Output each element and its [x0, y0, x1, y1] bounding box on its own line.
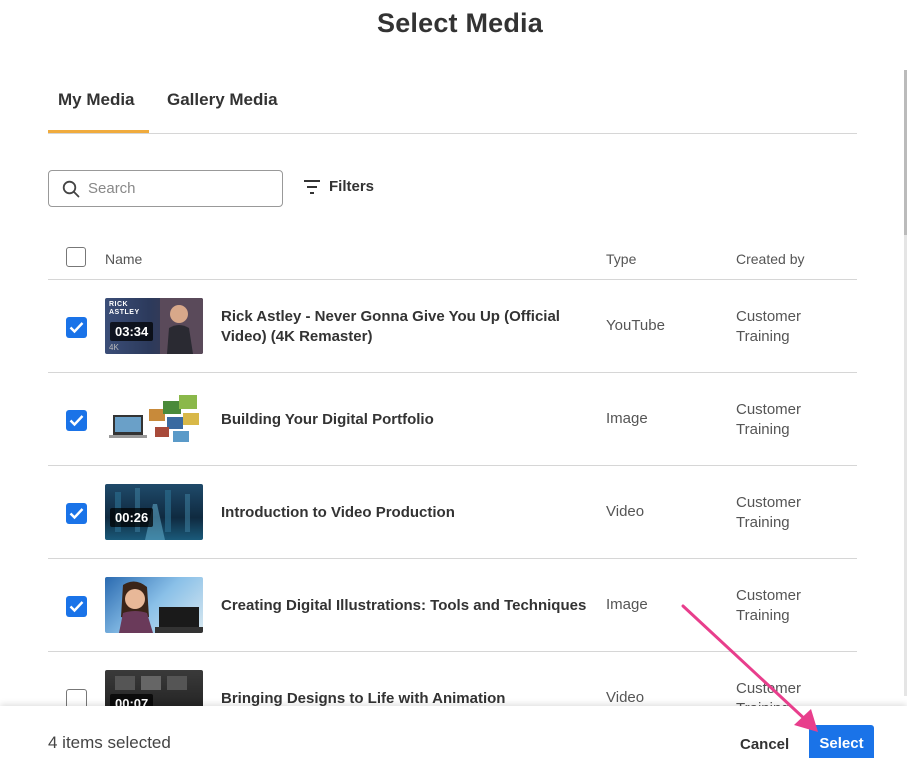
checkmark-icon	[69, 601, 84, 613]
media-type: Image	[606, 410, 648, 427]
column-header-name[interactable]: Name	[105, 251, 142, 267]
dialog-footer: 4 items selected Cancel Select	[0, 706, 907, 758]
filter-icon	[304, 179, 320, 194]
row-checkbox[interactable]	[66, 317, 87, 338]
media-thumbnail	[105, 577, 203, 633]
select-button[interactable]: Select	[809, 725, 874, 758]
table-header: Name Type Created by	[48, 240, 857, 280]
table-row[interactable]: Building Your Digital Portfolio Image Cu…	[48, 373, 857, 466]
table-row[interactable]: Creating Digital Illustrations: Tools an…	[48, 559, 857, 652]
checkmark-icon	[69, 508, 84, 520]
media-thumbnail: RICK ASTLEY 4K 03:34	[105, 298, 203, 354]
tab-gallery-media[interactable]: Gallery Media	[167, 88, 278, 133]
media-type: Video	[606, 503, 645, 520]
media-thumbnail: 00:26	[105, 484, 203, 540]
row-checkbox[interactable]	[66, 596, 87, 617]
checkmark-icon	[69, 322, 84, 334]
row-checkbox[interactable]	[66, 503, 87, 524]
media-created-by: Customer Training	[736, 401, 802, 438]
media-name[interactable]: Rick Astley - Never Gonna Give You Up (O…	[221, 307, 571, 347]
media-created-by: Customer Training	[736, 494, 802, 531]
media-name[interactable]: Introduction to Video Production	[221, 503, 571, 523]
table-row[interactable]: RICK ASTLEY 4K 03:34 Rick Astley - Never…	[48, 280, 857, 373]
media-thumbnail	[105, 391, 203, 447]
column-header-created-by[interactable]: Created by	[736, 251, 804, 267]
media-type: Image	[606, 596, 648, 613]
media-name[interactable]: Creating Digital Illustrations: Tools an…	[221, 596, 601, 616]
thumbnail-title-text: RICK ASTLEY	[109, 301, 140, 316]
media-type: YouTube	[606, 317, 665, 334]
dialog-title: Select Media	[377, 8, 543, 38]
media-tabs: My Media Gallery Media	[48, 88, 857, 134]
media-created-by: Customer Training	[736, 587, 802, 624]
row-checkbox[interactable]	[66, 410, 87, 431]
column-header-type[interactable]: Type	[606, 251, 636, 267]
filters-label: Filters	[329, 178, 375, 195]
cancel-button[interactable]: Cancel	[740, 736, 789, 753]
duration-badge: 00:26	[110, 508, 154, 527]
thumbnail-badge: 4K	[109, 343, 119, 352]
media-type: Video	[606, 689, 645, 706]
select-all-checkbox[interactable]	[66, 247, 86, 267]
search-icon	[62, 180, 80, 197]
filters-button[interactable]: Filters	[303, 178, 374, 195]
media-name[interactable]: Building Your Digital Portfolio	[221, 410, 571, 430]
selected-count: 4 items selected	[48, 733, 171, 752]
table-row[interactable]: 00:26 Introduction to Video Production V…	[48, 466, 857, 559]
media-created-by: Customer Training	[736, 308, 802, 345]
duration-badge: 03:34	[110, 322, 154, 341]
tab-my-media[interactable]: My Media	[48, 88, 149, 133]
search-box[interactable]	[48, 170, 283, 207]
search-input[interactable]	[88, 180, 258, 197]
checkmark-icon	[69, 415, 84, 427]
